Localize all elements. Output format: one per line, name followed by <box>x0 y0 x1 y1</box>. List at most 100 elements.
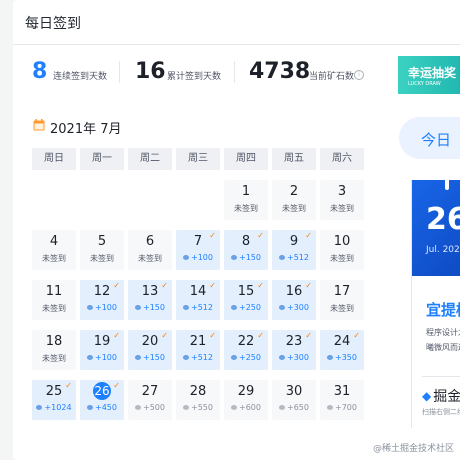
calendar-day[interactable]: 13 +150 ✓ <box>128 280 172 320</box>
day-number: 29 <box>237 384 255 399</box>
day-status-text: 未签到 <box>42 254 66 263</box>
calendar-day[interactable]: 3 未签到 <box>320 180 364 220</box>
day-status-text: 未签到 <box>330 204 354 213</box>
day-status-text: +512 <box>191 353 213 362</box>
day-status: 未签到 <box>320 253 364 264</box>
check-icon: ✓ <box>209 281 216 290</box>
check-icon: ✓ <box>257 331 264 340</box>
calendar-day[interactable]: 1 未签到 <box>224 180 268 220</box>
calendar-day[interactable]: 28 +550 <box>176 380 220 420</box>
stat-label: 当前矿石数 <box>309 72 355 82</box>
weekday-label: 周三 <box>176 148 220 170</box>
day-status: +250 <box>224 303 268 312</box>
day-status: +250 <box>224 353 268 362</box>
calendar-day[interactable]: 23 +300 ✓ <box>272 330 316 370</box>
weekday-label: 周四 <box>224 148 268 170</box>
day-status-text: 未签到 <box>138 254 162 263</box>
check-icon: ✓ <box>209 231 216 240</box>
calendar-day[interactable]: 8 +150 ✓ <box>224 230 268 270</box>
calendar-day[interactable]: 22 +250 ✓ <box>224 330 268 370</box>
day-status-text: 未签到 <box>90 254 114 263</box>
daily-card-header: 26 Jul. 2021 <box>412 180 460 276</box>
day-number: 31 <box>333 384 351 399</box>
check-icon: ✓ <box>65 381 72 390</box>
day-status: +150 <box>224 253 268 262</box>
day-status-text: +512 <box>287 253 309 262</box>
check-icon: ✓ <box>305 331 312 340</box>
day-number: 1 <box>241 184 251 199</box>
day-status: +350 <box>320 353 364 362</box>
day-status: 未签到 <box>320 303 364 314</box>
day-status: +650 <box>272 403 316 412</box>
calendar-day[interactable]: 6 未签到 <box>128 230 172 270</box>
calendar-day[interactable]: 29 +600 <box>224 380 268 420</box>
calendar-day[interactable]: 14 +512 ✓ <box>176 280 220 320</box>
calendar-day[interactable]: 12 +100 ✓ <box>80 280 124 320</box>
lottery-banner[interactable]: 幸运抽奖 LUCKY DRAW <box>398 56 460 94</box>
day-number: 10 <box>333 234 351 249</box>
calendar-day[interactable]: 7 +100 ✓ <box>176 230 220 270</box>
day-number: 5 <box>97 234 107 249</box>
ore-icon <box>87 355 93 360</box>
calendar-day[interactable]: 26 +450 ✓ <box>80 380 124 420</box>
check-icon: ✓ <box>305 281 312 290</box>
day-number: 11 <box>45 284 63 299</box>
calendar-day[interactable]: 15 +250 ✓ <box>224 280 268 320</box>
day-status: 未签到 <box>32 353 76 364</box>
calendar-day[interactable]: 10 未签到 <box>320 230 364 270</box>
daily-title: 宜提桶 <box>426 301 460 319</box>
day-status: +512 <box>176 353 220 362</box>
day-status: +150 <box>128 303 172 312</box>
ore-icon <box>231 305 237 310</box>
day-number: 6 <box>145 234 155 249</box>
day-status: +1024 <box>32 403 76 412</box>
ore-icon <box>183 405 189 410</box>
check-icon: ✓ <box>257 281 264 290</box>
day-status-text: +512 <box>191 303 213 312</box>
daily-day: 26 <box>426 202 460 237</box>
calendar-day[interactable]: 18 未签到 <box>32 330 76 370</box>
day-number: 27 <box>141 384 159 399</box>
calendar-day[interactable]: 21 +512 ✓ <box>176 330 220 370</box>
ore-icon <box>327 355 333 360</box>
calendar-day[interactable]: 25 +1024 ✓ <box>32 380 76 420</box>
day-status-text: +300 <box>287 353 309 362</box>
info-icon[interactable]: i <box>354 70 364 80</box>
day-status-text: +700 <box>335 403 357 412</box>
check-icon: ✓ <box>161 331 168 340</box>
calendar-day[interactable]: 9 +512 ✓ <box>272 230 316 270</box>
day-status-text: +500 <box>143 403 165 412</box>
calendar-day[interactable]: 31 +700 <box>320 380 364 420</box>
calendar-day[interactable]: 5 未签到 <box>80 230 124 270</box>
calendar-day[interactable]: 2 未签到 <box>272 180 316 220</box>
stat-value: 4738 <box>249 59 311 84</box>
day-number: 18 <box>45 334 63 349</box>
page-title: 每日签到 <box>25 16 81 32</box>
divider <box>234 61 235 83</box>
daily-line: 程序设计之道 <box>426 328 460 337</box>
day-status-text: +150 <box>239 253 261 262</box>
checkin-today-button[interactable]: 今日 <box>399 117 460 159</box>
day-status-text: +300 <box>287 303 309 312</box>
ore-icon <box>231 405 237 410</box>
calendar-day[interactable]: 20 +150 ✓ <box>128 330 172 370</box>
day-status: 未签到 <box>272 203 316 214</box>
stat-value: 8 <box>32 59 48 84</box>
ore-icon <box>279 355 285 360</box>
check-icon: ✓ <box>161 281 168 290</box>
day-status: +500 <box>128 403 172 412</box>
weekday-label: 周日 <box>32 148 76 170</box>
calendar-day[interactable]: 19 +100 ✓ <box>80 330 124 370</box>
calendar-day[interactable]: 16 +300 ✓ <box>272 280 316 320</box>
calendar-day[interactable]: 24 +350 ✓ <box>320 330 364 370</box>
calendar-day[interactable]: 4 未签到 <box>32 230 76 270</box>
day-status-text: +150 <box>143 353 165 362</box>
day-number: 26 <box>93 382 111 400</box>
calendar-day[interactable]: 27 +500 <box>128 380 172 420</box>
calendar-day[interactable]: 17 未签到 <box>320 280 364 320</box>
checkin-card: 每日签到 8 连续签到天数 16 累计签到天数 4738 当前矿石数 i 202… <box>13 0 460 460</box>
pin-icon <box>445 180 449 190</box>
calendar-day[interactable]: 30 +650 <box>272 380 316 420</box>
stat-label: 连续签到天数 <box>53 72 108 82</box>
calendar-day[interactable]: 11 未签到 <box>32 280 76 320</box>
